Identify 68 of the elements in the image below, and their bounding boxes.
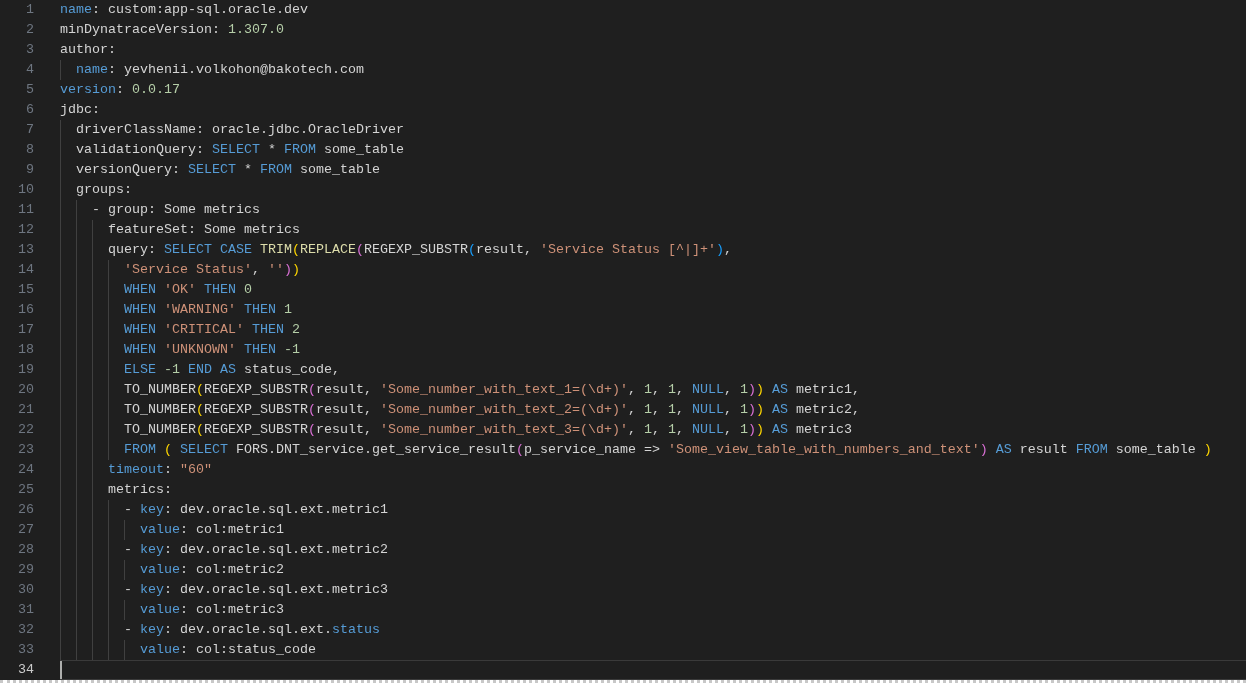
code-line[interactable]: versionQuery: SELECT * FROM some_table: [60, 160, 1246, 180]
line-number: 6: [25, 101, 34, 119]
code-line[interactable]: - group: Some metrics: [60, 200, 1246, 220]
line-number: 3: [25, 41, 34, 59]
code-line[interactable]: WHEN 'UNKNOWN' THEN -1: [60, 340, 1246, 360]
code-line[interactable]: metrics:: [60, 480, 1246, 500]
code-line[interactable]: value: col:metric1: [60, 520, 1246, 540]
line-number: 25: [17, 481, 34, 499]
line-number: 23: [17, 441, 34, 459]
code-line[interactable]: WHEN 'WARNING' THEN 1: [60, 300, 1246, 320]
code-line[interactable]: WHEN 'OK' THEN 0: [60, 280, 1246, 300]
line-number: 15: [17, 281, 34, 299]
code-line[interactable]: WHEN 'CRITICAL' THEN 2: [60, 320, 1246, 340]
code-line[interactable]: timeout: "60": [60, 460, 1246, 480]
code-line[interactable]: - key: dev.oracle.sql.ext.status: [60, 620, 1246, 640]
line-number: 21: [17, 401, 34, 419]
line-number: 2: [25, 21, 34, 39]
code-line[interactable]: groups:: [60, 180, 1246, 200]
code-line[interactable]: featureSet: Some metrics: [60, 220, 1246, 240]
line-number: 18: [17, 341, 34, 359]
line-number: 34: [17, 661, 34, 679]
line-number: 19: [17, 361, 34, 379]
code-line[interactable]: value: col:metric3: [60, 600, 1246, 620]
line-number: 4: [25, 61, 34, 79]
line-number: 28: [17, 541, 34, 559]
code-line[interactable]: 'Service Status', '')): [60, 260, 1246, 280]
line-number: 1: [25, 1, 34, 19]
code-line[interactable]: validationQuery: SELECT * FROM some_table: [60, 140, 1246, 160]
code-line[interactable]: jdbc:: [60, 100, 1246, 120]
code-line[interactable]: - key: dev.oracle.sql.ext.metric1: [60, 500, 1246, 520]
code-line[interactable]: - key: dev.oracle.sql.ext.metric3: [60, 580, 1246, 600]
code-line[interactable]: TO_NUMBER(REGEXP_SUBSTR(result, 'Some_number_with_text_2=(\d+)', 1, 1, NULL, 1)) AS metric2,: [60, 400, 1246, 420]
line-number: 7: [25, 121, 34, 139]
code-line[interactable]: value: col:metric2: [60, 560, 1246, 580]
code-line[interactable]: FROM ( SELECT FORS.DNT_service.get_service_result(p_service_name => 'Some_view_table_with_numbers_and_text') AS result FROM some_table ): [60, 440, 1246, 460]
code-line[interactable]: value: col:status_code: [60, 640, 1246, 660]
code-line[interactable]: name: custom:app-sql.oracle.dev: [60, 0, 1246, 20]
code-line[interactable]: minDynatraceVersion: 1.307.0: [60, 20, 1246, 40]
code-line[interactable]: version: 0.0.17: [60, 80, 1246, 100]
line-number: 13: [17, 241, 34, 259]
line-number: 17: [17, 321, 34, 339]
code-line[interactable]: author:: [60, 40, 1246, 60]
line-number: 10: [17, 181, 34, 199]
line-number: 26: [17, 501, 34, 519]
code-line[interactable]: driverClassName: oracle.jdbc.OracleDriver: [60, 120, 1246, 140]
code-line[interactable]: name: yevhenii.volkohon@bakotech.com: [60, 60, 1246, 80]
line-number: 31: [17, 601, 34, 619]
line-number: 22: [17, 421, 34, 439]
code-line[interactable]: ELSE -1 END AS status_code,: [60, 360, 1246, 380]
code-line[interactable]: TO_NUMBER(REGEXP_SUBSTR(result, 'Some_number_with_text_1=(\d+)', 1, 1, NULL, 1)) AS metric1,: [60, 380, 1246, 400]
line-number: 29: [17, 561, 34, 579]
text-cursor: [60, 661, 62, 679]
line-number: 9: [25, 161, 34, 179]
line-number: 24: [17, 461, 34, 479]
line-number: 12: [17, 221, 34, 239]
line-number: 14: [17, 261, 34, 279]
line-number: 20: [17, 381, 34, 399]
line-number: 16: [17, 301, 34, 319]
line-number: 11: [17, 201, 34, 219]
line-number: 32: [17, 621, 34, 639]
code-line[interactable]: - key: dev.oracle.sql.ext.metric2: [60, 540, 1246, 560]
line-number: 8: [25, 141, 34, 159]
line-number: 27: [17, 521, 34, 539]
line-number: 30: [17, 581, 34, 599]
line-number: 5: [25, 81, 34, 99]
line-number: 33: [17, 641, 34, 659]
code-line[interactable]: TO_NUMBER(REGEXP_SUBSTR(result, 'Some_number_with_text_3=(\d+)', 1, 1, NULL, 1)) AS metric3: [60, 420, 1246, 440]
code-line[interactable]: query: SELECT CASE TRIM(REPLACE(REGEXP_SUBSTR(result, 'Service Status [^|]+'),: [60, 240, 1246, 260]
